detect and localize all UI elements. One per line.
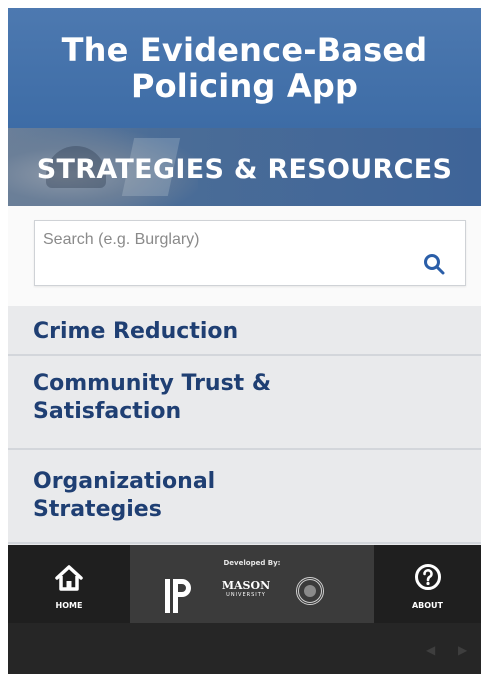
category-label-line1: Community Trust & <box>33 371 272 396</box>
search-icon[interactable] <box>423 253 445 275</box>
bottom-nav: HOME Developed By: MASON UNIVERSITY ABOU… <box>8 545 481 623</box>
category-label-line1: Organizational <box>33 469 216 494</box>
question-icon <box>414 564 441 590</box>
about-button[interactable]: ABOUT <box>374 545 481 623</box>
about-label: ABOUT <box>411 601 444 610</box>
search-box[interactable] <box>34 220 466 286</box>
category-label-line2: Satisfaction <box>33 399 182 424</box>
category-community-trust[interactable]: Community Trust & Satisfaction <box>8 356 481 450</box>
search-input[interactable] <box>43 229 393 251</box>
category-label-line2: Strategies <box>33 497 162 522</box>
section-banner: STRATEGIES & RESOURCES <box>8 128 481 206</box>
george-mason-logo: MASON UNIVERSITY <box>216 579 276 609</box>
mason-logo-text: MASON <box>221 579 271 592</box>
p-logo <box>165 579 191 613</box>
app-frame: The Evidence-Based Policing App STRATEGI… <box>8 8 481 674</box>
category-crime-reduction[interactable]: Crime Reduction <box>8 306 481 356</box>
app-title-line2: Policing App <box>130 67 359 105</box>
section-title: STRATEGIES & RESOURCES <box>36 154 453 185</box>
browser-bottom-bar: ◀ ▶ <box>8 623 481 674</box>
home-button[interactable]: HOME <box>8 545 130 623</box>
app-title-line1: The Evidence-Based <box>61 31 428 69</box>
seal-logo <box>296 577 324 605</box>
category-label: Crime Reduction <box>33 319 239 344</box>
home-label: HOME <box>55 601 83 610</box>
back-arrow-icon[interactable]: ◀ <box>426 643 435 657</box>
home-icon <box>55 565 83 591</box>
developed-by-label: Developed By: <box>223 559 281 567</box>
search-area <box>8 206 481 306</box>
category-list: Crime Reduction Community Trust & Satisf… <box>8 306 481 544</box>
app-title-bar: The Evidence-Based Policing App <box>8 8 481 128</box>
mason-logo-subtext: UNIVERSITY <box>226 592 266 598</box>
app-title: The Evidence-Based Policing App <box>8 32 481 104</box>
developer-credits: Developed By: MASON UNIVERSITY <box>130 545 374 623</box>
forward-arrow-icon[interactable]: ▶ <box>458 643 467 657</box>
category-organizational-strategies[interactable]: Organizational Strategies <box>8 450 481 544</box>
